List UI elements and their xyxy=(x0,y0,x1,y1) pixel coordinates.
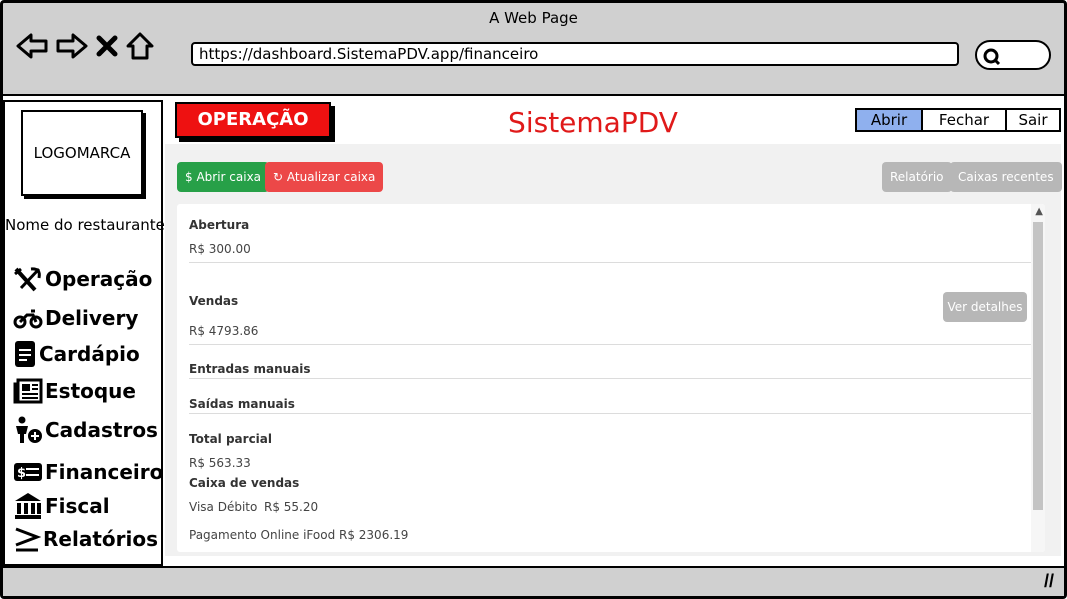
sidebar-item-label: Financeiro xyxy=(45,460,164,484)
divider xyxy=(189,413,1033,414)
scroll-thumb[interactable] xyxy=(1033,222,1043,510)
cash-summary-card: Abertura R$ 300.00 Vendas Ver detalhes R… xyxy=(177,204,1045,552)
sales-value: R$ 4793.86 xyxy=(189,324,259,338)
person-add-icon xyxy=(13,416,43,444)
opening-title: Abertura xyxy=(189,218,250,232)
browser-window: A Web Page https://dashboard.SistemaPDV.… xyxy=(0,0,1067,599)
divider xyxy=(189,262,1033,263)
sidebar-item-label: Delivery xyxy=(45,306,139,330)
scrollbar[interactable]: ▲ xyxy=(1031,204,1045,552)
bank-icon xyxy=(13,492,43,520)
status-bar: // xyxy=(3,568,1064,596)
sidebar-item-label: Estoque xyxy=(45,379,136,403)
sidebar-item-cadastros[interactable]: Cadastros xyxy=(13,416,158,444)
payment-amount: R$ 2306.19 xyxy=(339,528,409,542)
payment-method: Pagamento Online iFood xyxy=(189,528,336,542)
document-icon xyxy=(13,340,37,368)
segment-abrir[interactable]: Abrir xyxy=(855,108,923,132)
newspaper-icon xyxy=(13,378,43,404)
search-field[interactable] xyxy=(975,40,1051,70)
window-title: A Web Page xyxy=(489,9,578,27)
resize-grip-icon[interactable]: // xyxy=(1044,571,1054,592)
partial-title: Total parcial xyxy=(189,432,273,446)
operation-badge[interactable]: OPERAÇÃO xyxy=(175,102,331,138)
partial-value: R$ 563.33 xyxy=(189,456,251,470)
forward-arrow-icon[interactable] xyxy=(55,31,89,61)
sidebar-item-label: Cadastros xyxy=(45,418,158,442)
sidebar: LOGOMARCA Nome do restaurante Operação D… xyxy=(3,100,165,566)
svg-text:$: $ xyxy=(17,466,26,481)
sidebar-item-operacao[interactable]: Operação xyxy=(13,266,152,292)
page-viewport: LOGOMARCA Nome do restaurante Operação D… xyxy=(3,94,1064,568)
refresh-cash-label: Atualizar caixa xyxy=(286,170,376,184)
sidebar-item-label: Operação xyxy=(45,267,153,291)
manual-out-title: Saídas manuais xyxy=(189,397,295,411)
logo: LOGOMARCA xyxy=(21,110,143,196)
sidebar-item-label: Relatórios xyxy=(43,527,158,551)
money-icon: $ xyxy=(13,462,43,482)
refresh-icon: ↻ xyxy=(273,170,284,184)
payment-method: Visa Débito xyxy=(189,500,258,514)
sidebar-item-label: Fiscal xyxy=(45,494,110,518)
back-arrow-icon[interactable] xyxy=(15,31,49,61)
greater-equal-icon xyxy=(13,526,41,552)
sidebar-item-relatorios[interactable]: Relatórios xyxy=(13,526,158,552)
chevron-up-icon[interactable]: ▲ xyxy=(1035,206,1043,217)
sales-box-title: Caixa de vendas xyxy=(189,476,300,490)
sidebar-item-financeiro[interactable]: $ Financeiro xyxy=(13,460,163,484)
close-icon[interactable] xyxy=(95,31,119,61)
sidebar-item-label: Cardápio xyxy=(39,342,140,366)
sidebar-item-delivery[interactable]: Delivery xyxy=(13,306,138,330)
report-button[interactable]: Relatório xyxy=(882,162,952,192)
motorcycle-icon xyxy=(13,307,43,329)
divider xyxy=(189,378,1033,379)
open-cash-button[interactable]: $ Abrir caixa xyxy=(177,162,270,192)
cash-panel: $ Abrir caixa ↻ Atualizar caixa Relatóri… xyxy=(165,144,1062,556)
manual-in-title: Entradas manuais xyxy=(189,362,311,376)
sidebar-item-cardapio[interactable]: Cardápio xyxy=(13,340,140,368)
segment-sair[interactable]: Sair xyxy=(1005,108,1061,132)
segment-fechar[interactable]: Fechar xyxy=(921,108,1007,132)
details-button[interactable]: Ver detalhes xyxy=(943,292,1027,322)
opening-value: R$ 300.00 xyxy=(189,242,251,256)
recent-cash-button[interactable]: Caixas recentes xyxy=(950,162,1062,192)
home-icon[interactable] xyxy=(125,31,155,61)
sales-title: Vendas xyxy=(189,294,239,308)
browser-nav xyxy=(15,31,155,61)
url-input[interactable]: https://dashboard.SistemaPDV.app/finance… xyxy=(191,42,959,66)
divider xyxy=(189,344,1033,345)
brand-title: SistemaPDV xyxy=(508,106,678,139)
refresh-cash-button[interactable]: ↻ Atualizar caixa xyxy=(265,162,384,192)
payment-amount: R$ 55.20 xyxy=(264,500,319,514)
sidebar-item-fiscal[interactable]: Fiscal xyxy=(13,492,110,520)
restaurant-name: Nome do restaurante xyxy=(5,216,165,234)
utensils-icon xyxy=(13,266,43,292)
sidebar-item-estoque[interactable]: Estoque xyxy=(13,378,136,404)
